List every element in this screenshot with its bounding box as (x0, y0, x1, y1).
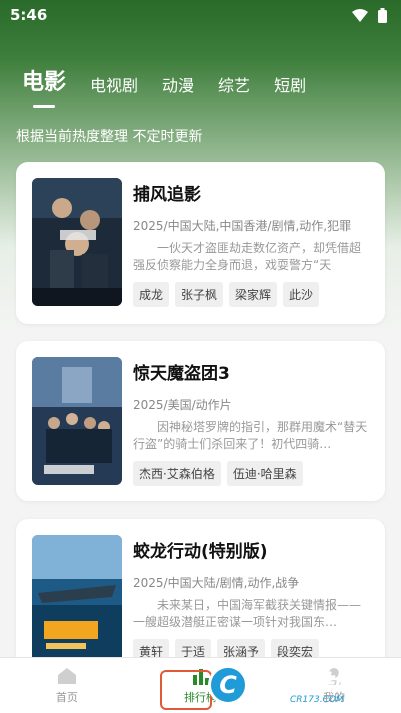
cast-tag[interactable]: 梁家辉 (229, 282, 278, 307)
cast-tags: 成龙 张子枫 梁家辉 此沙 (133, 282, 371, 307)
movie-title: 捕风追影 (133, 185, 201, 205)
movie-info: 捕风追影 2025/中国大陆,中国香港/剧情,动作,犯罪 一伙天才盗匪劫走数亿资… (133, 180, 371, 307)
tab-short-drama[interactable]: 短剧 (274, 72, 306, 104)
watermark: C 西西软件园 CR173.COM (208, 664, 394, 706)
nav-home-label: 首页 (55, 690, 78, 704)
movie-poster (32, 178, 122, 306)
movie-title: 蛟龙行动(特别版) (133, 542, 268, 562)
highlight-box (160, 670, 212, 710)
tab-variety[interactable]: 综艺 (218, 72, 250, 104)
movie-description: 一伙天才盗匪劫走数亿资产，却凭借超强反侦察能力全身而退，戏耍警方“天眼”系… (133, 241, 362, 272)
home-icon (57, 667, 76, 684)
movie-description: 未来某日，中国海军截获关键情报——一艘超级潜艇正密谋一项针对我国东… (133, 598, 362, 629)
battery-icon (378, 7, 387, 23)
tab-movies[interactable]: 电影 (22, 64, 66, 104)
watermark-sub: CR173.COM (290, 694, 344, 705)
ranking-subtitle: 根据当前热度整理 不定时更新 (16, 129, 203, 145)
movie-info: 惊天魔盗团3 2025/美国/动作片 因神秘塔罗牌的指引，那群用魔术“替天行盗”… (133, 359, 371, 486)
cast-tag[interactable]: 张子枫 (175, 282, 224, 307)
nav-home[interactable]: 首页 (0, 658, 134, 713)
watermark-text-wrap: 西西软件园 CR173.COM (250, 666, 355, 705)
watermark-text: 西西软件园 (250, 669, 355, 694)
cast-tag[interactable]: 成龙 (133, 282, 170, 307)
movie-card[interactable]: 惊天魔盗团3 2025/美国/动作片 因神秘塔罗牌的指引，那群用魔术“替天行盗”… (16, 341, 385, 501)
movie-poster (32, 535, 122, 663)
movie-meta: 2025/中国大陆,中国香港/剧情,动作,犯罪 (133, 219, 352, 233)
cast-tag[interactable]: 杰西·艾森伯格 (133, 461, 221, 486)
movie-card[interactable]: 捕风追影 2025/中国大陆,中国香港/剧情,动作,犯罪 一伙天才盗匪劫走数亿资… (16, 162, 385, 324)
movie-description: 因神秘塔罗牌的指引，那群用魔术“替天行盗”的骑士们杀回来了！初代四骑… (133, 420, 368, 451)
wifi-icon (352, 8, 368, 22)
status-time: 5:46 (10, 6, 48, 24)
movie-card[interactable]: 蛟龙行动(特别版) 2025/中国大陆/剧情,动作,战争 未来某日，中国海军截获… (16, 519, 385, 679)
cast-tag[interactable]: 伍迪·哈里森 (226, 461, 303, 486)
status-icons (352, 7, 387, 23)
category-tabs: 电影 电视剧 动漫 综艺 短剧 (0, 60, 401, 104)
tab-tv-series[interactable]: 电视剧 (90, 72, 138, 104)
watermark-logo: C (208, 665, 248, 705)
movie-info: 蛟龙行动(特别版) 2025/中国大陆/剧情,动作,战争 未来某日，中国海军截获… (133, 537, 371, 664)
cast-tags: 杰西·艾森伯格 伍迪·哈里森 (133, 461, 371, 486)
movie-meta: 2025/美国/动作片 (133, 398, 232, 412)
status-bar: 5:46 (0, 0, 401, 30)
movie-title: 惊天魔盗团3 (133, 364, 230, 384)
movie-meta: 2025/中国大陆/剧情,动作,战争 (133, 576, 300, 590)
movie-poster (32, 357, 122, 485)
tab-anime[interactable]: 动漫 (162, 72, 194, 104)
cast-tag[interactable]: 此沙 (283, 282, 320, 307)
